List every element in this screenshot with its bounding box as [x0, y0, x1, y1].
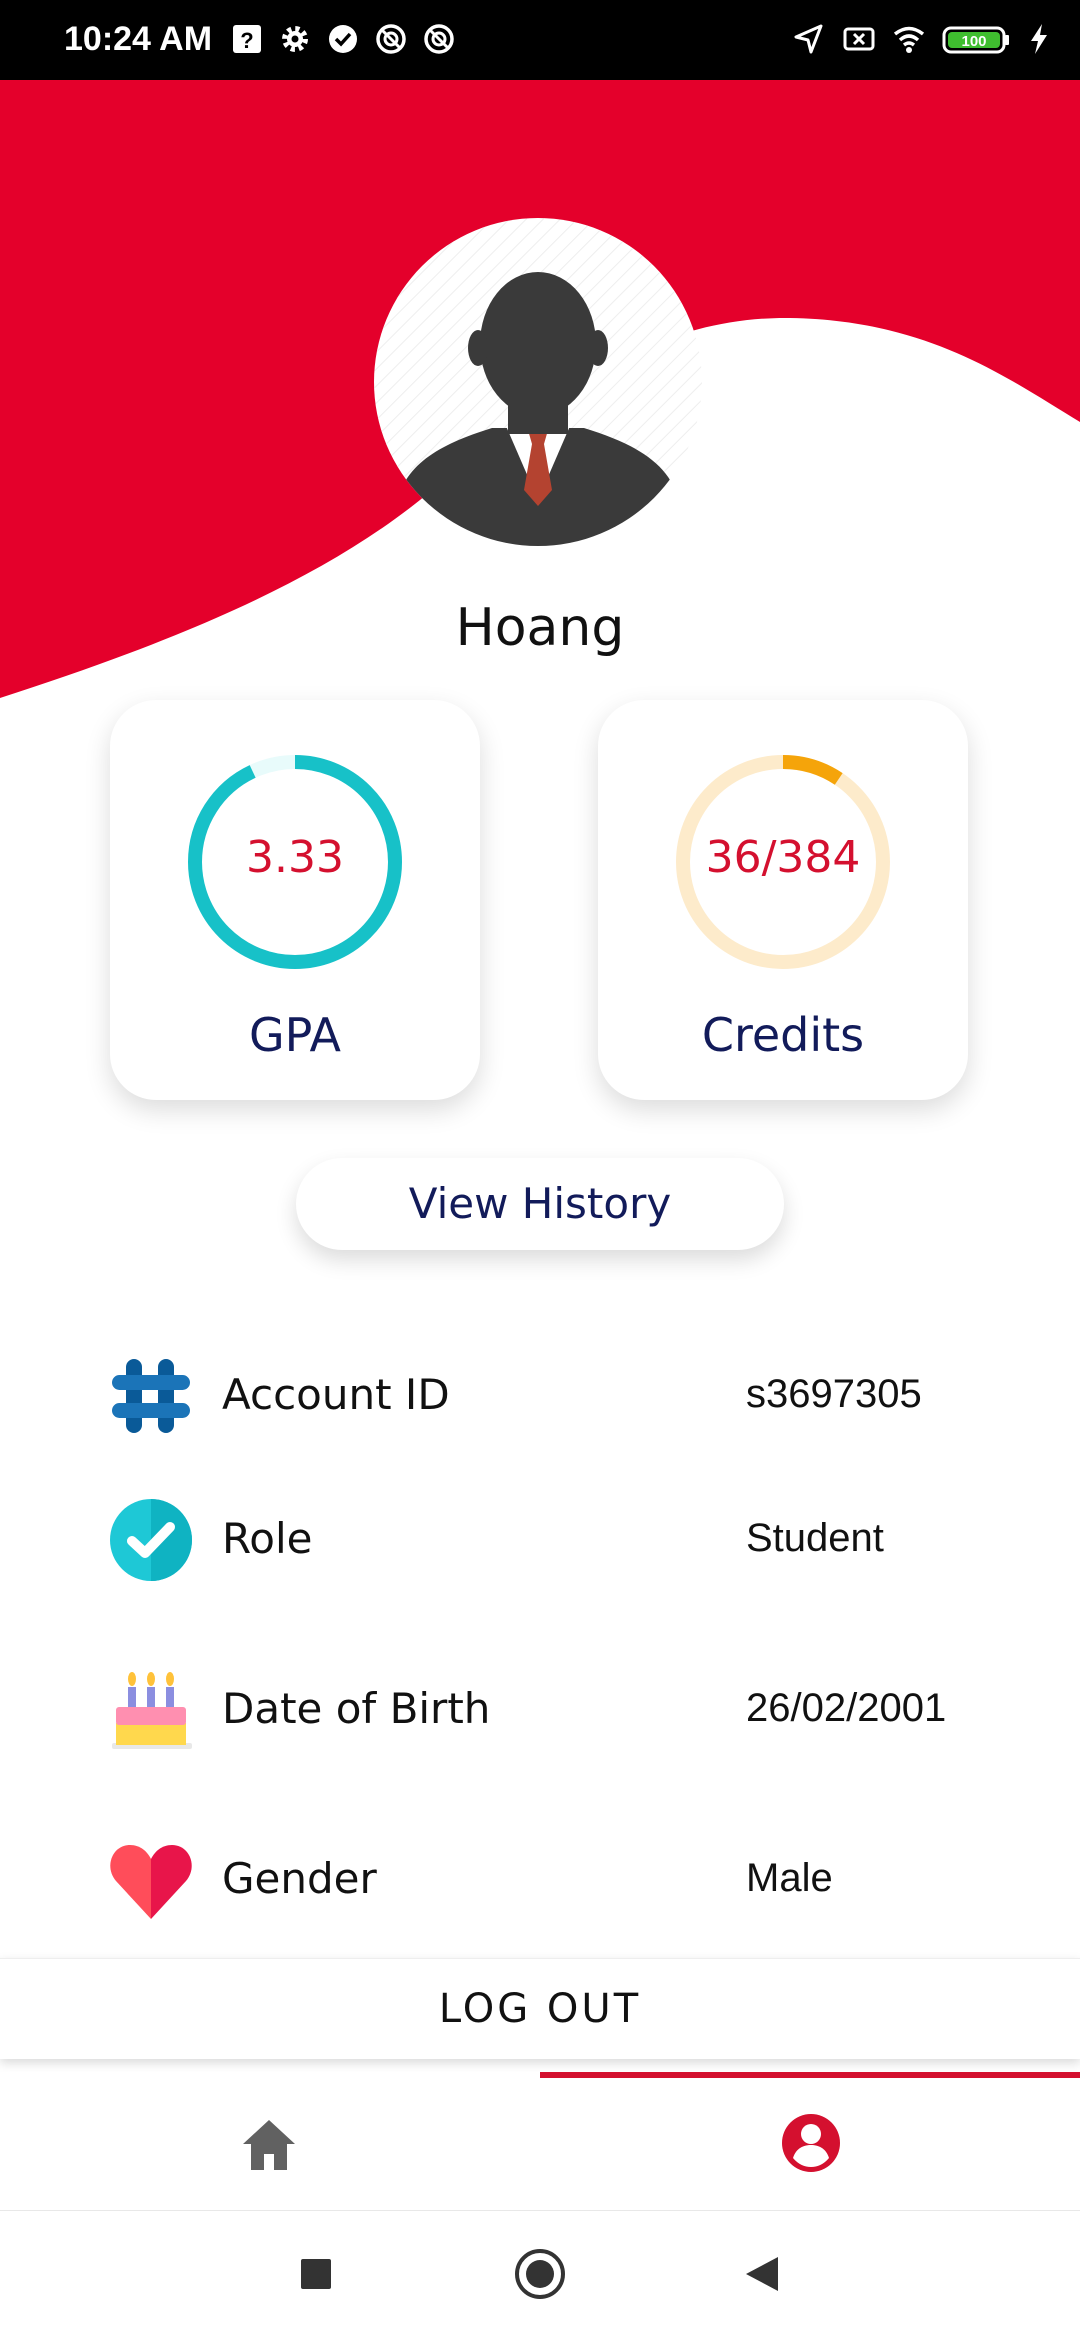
svg-text:?: ?	[240, 28, 253, 53]
active-tab-indicator	[540, 2072, 1080, 2078]
bottom-navigation	[0, 2072, 1080, 2211]
recents-square-icon[interactable]	[300, 2258, 332, 2290]
profile-icon[interactable]	[780, 2112, 842, 2174]
view-history-button[interactable]: View History	[296, 1158, 784, 1250]
gpa-card[interactable]: 3.33 GPA	[110, 700, 480, 1100]
status-time: 10:24 AM	[64, 20, 213, 58]
wifi-icon	[893, 26, 925, 53]
info-row-role: Role Student	[108, 1494, 1008, 1584]
gender-label: Gender	[222, 1854, 377, 1903]
help-square-icon: ?	[233, 25, 261, 53]
role-label: Role	[222, 1514, 313, 1563]
account-id-value: s3697305	[746, 1372, 922, 1416]
gpa-value: 3.33	[246, 832, 344, 883]
svg-text:100: 100	[961, 33, 986, 50]
gender-value: Male	[746, 1856, 833, 1900]
location-arrow-icon	[794, 24, 823, 54]
profile-name: Hoang	[455, 598, 625, 658]
hash-icon	[112, 1359, 190, 1433]
credits-value: 36/384	[705, 832, 861, 883]
account-id-label: Account ID	[222, 1370, 450, 1419]
no-sim-icon	[843, 27, 875, 51]
system-status-icons: 100	[792, 22, 1050, 56]
dob-label: Date of Birth	[222, 1684, 491, 1733]
dob-value: 26/02/2001	[746, 1686, 947, 1730]
notification-icons: ?	[230, 22, 456, 56]
charging-bolt-icon	[1031, 24, 1047, 54]
settings-gear-icon	[282, 26, 308, 52]
credits-label: Credits	[701, 1008, 865, 1062]
birthday-cake-icon	[112, 1672, 192, 1749]
heart-icon	[110, 1845, 192, 1919]
home-circle-icon[interactable]	[514, 2248, 566, 2300]
info-row-account-id: Account ID s3697305	[108, 1350, 1008, 1440]
credits-card[interactable]: 36/384 Credits	[598, 700, 968, 1100]
log-out-button[interactable]: LOG OUT	[0, 1958, 1080, 2059]
role-value: Student	[746, 1516, 884, 1560]
battery-icon: 100	[942, 26, 1009, 54]
profile-avatar	[374, 218, 702, 546]
blocked-circle-icon	[376, 24, 406, 54]
status-bar: 10:24 AM ? 100	[0, 0, 1080, 80]
gpa-label: GPA	[249, 1008, 341, 1062]
info-row-gender: Gender Male	[108, 1834, 1008, 1924]
home-icon[interactable]	[240, 2116, 298, 2174]
check-badge-icon	[110, 1499, 192, 1581]
info-row-date-of-birth: Date of Birth 26/02/2001	[108, 1664, 1008, 1754]
check-circle-icon	[329, 25, 357, 53]
back-triangle-icon[interactable]	[742, 2254, 782, 2294]
blocked-circle-icon-2	[424, 24, 454, 54]
